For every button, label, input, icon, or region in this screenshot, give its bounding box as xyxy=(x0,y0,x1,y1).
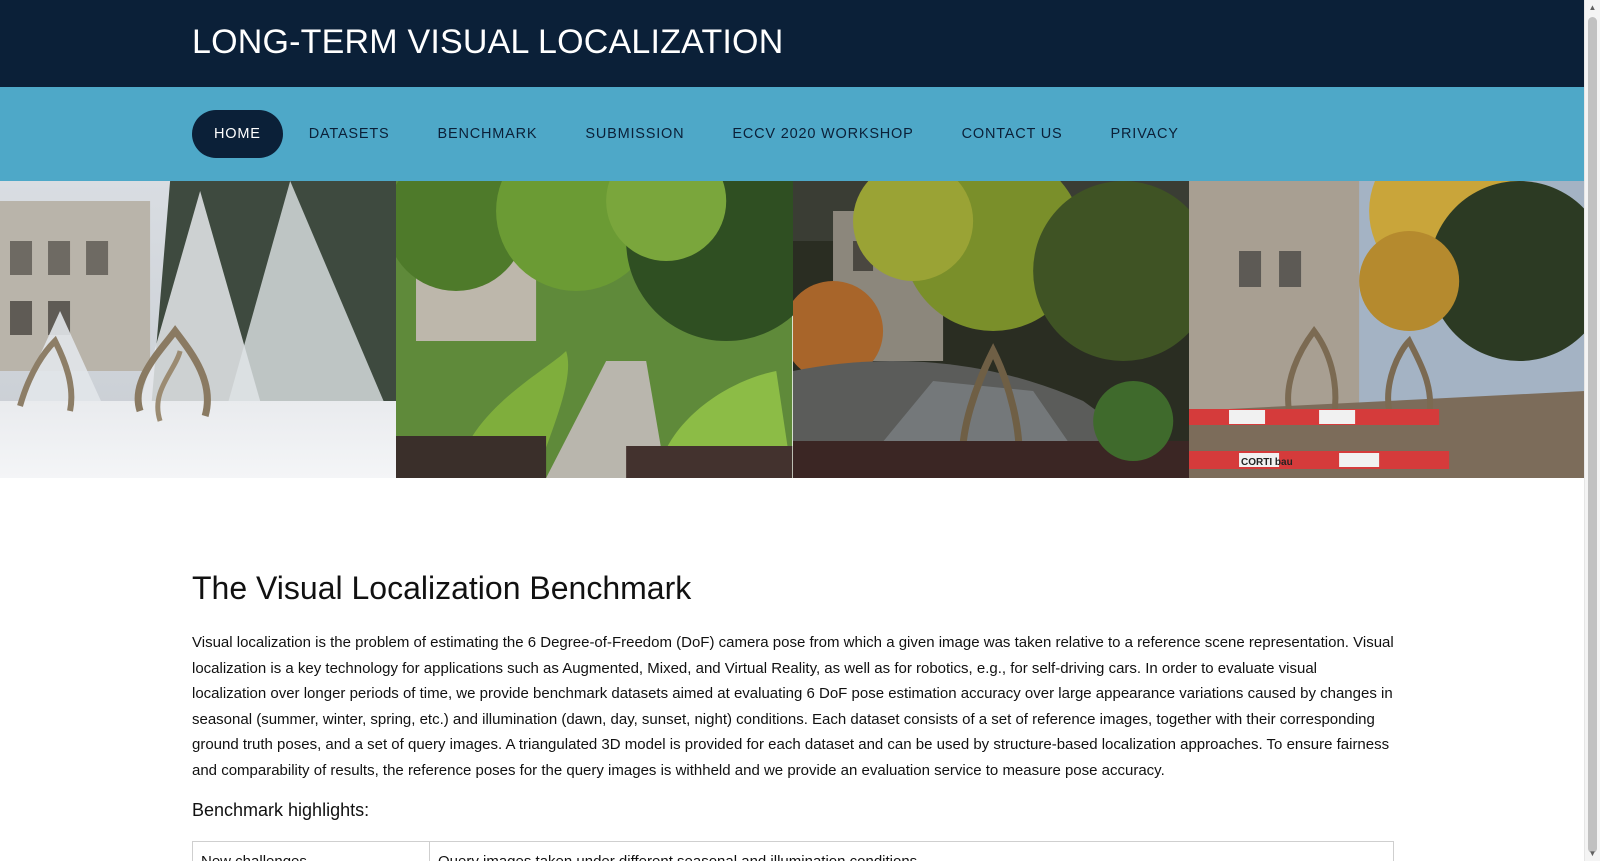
nav-list: HOME DATASETS BENCHMARK SUBMISSION ECCV … xyxy=(192,110,1205,158)
banner-image-strip: CORTI bau xyxy=(0,181,1585,478)
highlight-value: Query images taken under different seaso… xyxy=(429,840,1394,861)
page: LONG-TERM VISUAL LOCALIZATION HOME DATAS… xyxy=(0,0,1600,861)
nav-item-contact-us[interactable]: CONTACT US xyxy=(940,110,1085,158)
nav-item-submission[interactable]: SUBMISSION xyxy=(563,110,706,158)
barrier-sign-text: CORTI bau xyxy=(1241,457,1293,468)
highlights-heading: Benchmark highlights: xyxy=(192,799,370,820)
banner-panel-summer xyxy=(396,181,793,478)
banner-panel-autumn-night xyxy=(792,181,1189,478)
scrollbar-thumb[interactable] xyxy=(1588,17,1597,853)
summer-scene-image xyxy=(396,181,793,478)
nav-item-eccv-2020-workshop[interactable]: ECCV 2020 WORKSHOP xyxy=(710,110,935,158)
winter-scene-image xyxy=(0,181,397,478)
highlights-table: New challenges Query images taken under … xyxy=(192,840,1394,861)
scroll-up-arrow-icon[interactable]: ▲ xyxy=(1585,0,1600,15)
nav-item-privacy[interactable]: PRIVACY xyxy=(1089,110,1201,158)
banner-panel-autumn-day: CORTI bau xyxy=(1188,181,1585,478)
site-title[interactable]: LONG-TERM VISUAL LOCALIZATION xyxy=(192,22,783,62)
autumn-night-scene-image xyxy=(792,181,1189,478)
autumn-day-scene-image: CORTI bau xyxy=(1188,181,1585,478)
main-article: The Visual Localization Benchmark Visual… xyxy=(192,568,1394,861)
table-row: New challenges Query images taken under … xyxy=(192,840,1394,861)
scroll-down-arrow-icon[interactable]: ▼ xyxy=(1585,846,1600,861)
nav-item-benchmark[interactable]: BENCHMARK xyxy=(416,110,560,158)
nav-item-datasets[interactable]: DATASETS xyxy=(287,110,412,158)
banner-panel-winter xyxy=(0,181,397,478)
site-header: LONG-TERM VISUAL LOCALIZATION xyxy=(0,0,1600,87)
nav-item-home[interactable]: HOME xyxy=(192,110,283,158)
main-navigation: HOME DATASETS BENCHMARK SUBMISSION ECCV … xyxy=(0,87,1600,181)
highlight-key: New challenges xyxy=(192,840,430,861)
vertical-scrollbar[interactable]: ▲ ▼ xyxy=(1584,0,1600,861)
intro-paragraph: Visual localization is the problem of es… xyxy=(192,634,1394,779)
page-heading: The Visual Localization Benchmark xyxy=(192,570,692,606)
